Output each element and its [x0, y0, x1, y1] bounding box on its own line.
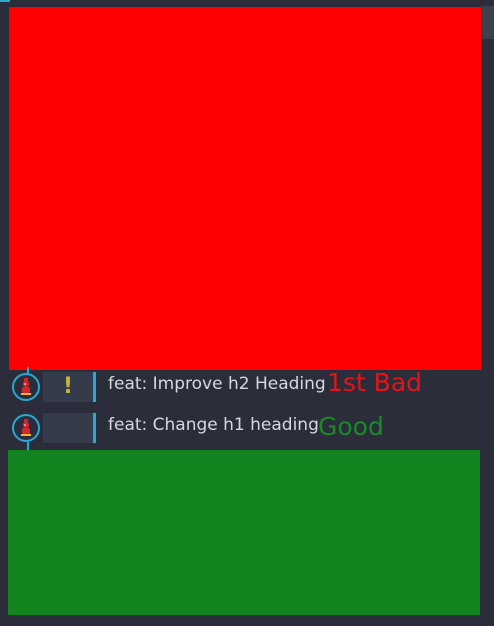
scrollbar-thumb[interactable] — [482, 6, 494, 39]
bad-preview-panel — [9, 7, 481, 370]
commit-message: feat: Change h1 heading — [108, 415, 319, 435]
commit-row[interactable]: ! feat: Improve h2 Heading 1st Bad — [0, 367, 494, 407]
warning-icon: ! — [62, 374, 74, 399]
good-preview-panel — [8, 450, 480, 615]
bisect-good-tag: Good — [318, 412, 384, 441]
author-avatar-icon — [12, 414, 40, 442]
commit-row[interactable]: feat: Change h1 heading Good — [0, 408, 494, 450]
status-icon — [43, 413, 93, 443]
graph-line — [27, 442, 29, 450]
bisect-bad-tag: 1st Bad — [327, 368, 423, 397]
commit-status-cell: ! — [43, 372, 93, 402]
column-separator — [93, 413, 96, 443]
top-accent-bar — [0, 0, 10, 2]
commit-status-cell — [43, 413, 93, 443]
column-separator — [93, 372, 96, 402]
commit-message: feat: Improve h2 Heading — [108, 374, 326, 394]
author-avatar-icon — [12, 373, 40, 401]
